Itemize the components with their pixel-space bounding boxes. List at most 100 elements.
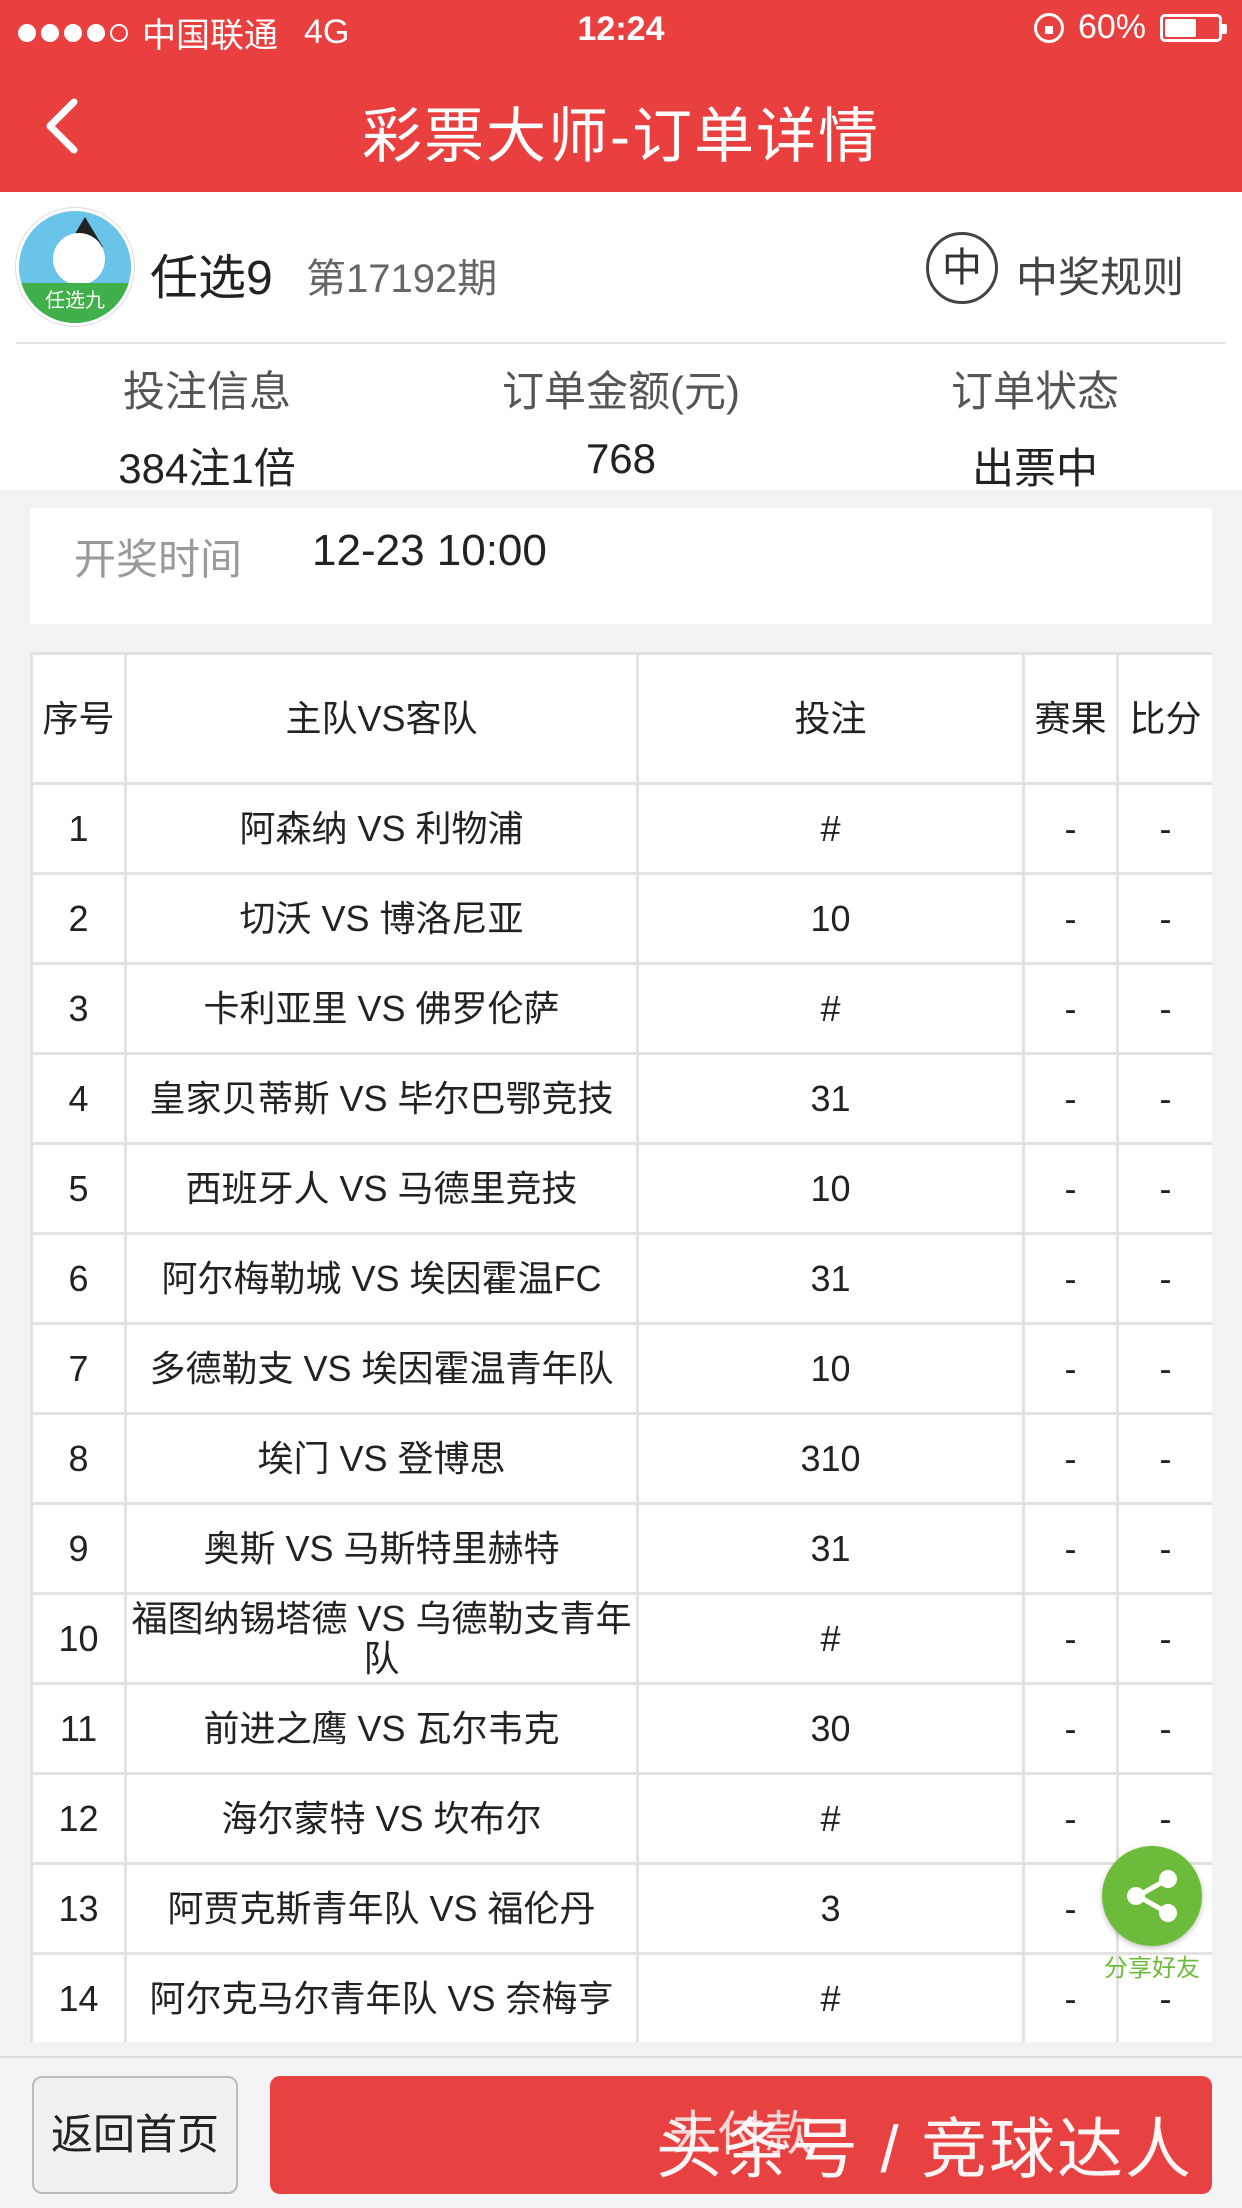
match-index: 11 <box>30 1682 127 1775</box>
prize-rule-icon[interactable]: 中 <box>926 232 998 304</box>
mascot-shape <box>53 233 105 285</box>
match-bet: 31 <box>636 1052 1025 1145</box>
match-index: 9 <box>30 1502 127 1595</box>
status-label: 订单状态 <box>950 368 1119 415</box>
game-name: 任选9 <box>150 252 273 305</box>
table-row: 10 福图纳锡塔德 VS 乌德勒支青年队 # - - <box>30 1592 1212 1685</box>
match-teams: 福图纳锡塔德 VS 乌德勒支青年队 <box>124 1592 639 1685</box>
table-header-row: 序号 主队VS客队 投注 赛果 比分 <box>30 652 1212 785</box>
match-teams: 西班牙人 VS 马德里竞技 <box>124 1142 639 1235</box>
table-row: 2 切沃 VS 博洛尼亚 10- - <box>30 872 1212 965</box>
match-bet: # <box>636 1952 1025 2042</box>
match-index: 14 <box>30 1952 127 2042</box>
match-bet: 3 <box>636 1862 1025 1955</box>
match-score: - <box>1116 872 1212 965</box>
amount-value: 768 <box>585 435 657 482</box>
share-button[interactable]: 分享好友 <box>1100 1846 1204 1983</box>
game-period: 第17192期 <box>306 257 498 301</box>
table-row: 3 卡利亚里 VS 佛罗伦萨 # - - <box>30 962 1212 1055</box>
share-label: 分享好友 <box>1104 1955 1200 1982</box>
match-score: - <box>1116 962 1212 1055</box>
match-score: - <box>1116 1592 1212 1685</box>
match-bet: 30 <box>636 1682 1025 1775</box>
match-score: - <box>1116 1322 1212 1415</box>
rotation-lock-icon <box>1033 12 1064 43</box>
watermark-text: 头条号 / 竞球达人 <box>656 2112 1194 2186</box>
match-bet: # <box>636 782 1025 875</box>
match-teams: 多德勒支 VS 埃因霍温青年队 <box>124 1322 639 1415</box>
match-score: - <box>1116 1682 1212 1775</box>
divider <box>16 342 1226 344</box>
match-teams: 海尔蒙特 VS 坎布尔 <box>124 1772 639 1865</box>
match-result: - <box>1022 1682 1119 1775</box>
header-index: 序号 <box>30 652 127 785</box>
status-value: 出票中 <box>971 445 1098 492</box>
nav-bar: 彩票大师-订单详情 <box>0 60 1242 192</box>
match-teams: 阿尔克马尔青年队 VS 奈梅亨 <box>124 1952 639 2042</box>
status-right: 60% <box>1033 8 1227 47</box>
amount-label: 订单金额(元) <box>502 368 740 415</box>
status-bar: 中国联通 4G 12:24 60% <box>0 0 1242 60</box>
amount-stat: 订单金额(元) 768 <box>414 358 828 483</box>
avatar-band-text: 任选九 <box>19 283 131 323</box>
table-row: 1 阿森纳 VS 利物浦 # - - <box>30 782 1212 875</box>
table-row: 9 奥斯 VS 马斯特里赫特 31- - <box>30 1502 1212 1595</box>
share-icon <box>1127 1870 1177 1922</box>
match-index: 1 <box>30 782 127 875</box>
match-result: - <box>1022 962 1119 1055</box>
page-title: 彩票大师-订单详情 <box>362 103 880 170</box>
match-bet: 10 <box>636 1322 1025 1415</box>
match-table-container[interactable]: 序号 主队VS客队 投注 赛果 比分 1 阿森纳 VS 利物浦 # - -2 切沃 VS … <box>30 652 1212 2042</box>
table-row: 6 阿尔梅勒城 VS 埃因霍温FC 31- - <box>30 1232 1212 1325</box>
match-bet: # <box>636 962 1025 1055</box>
match-index: 7 <box>30 1322 127 1415</box>
table-row: 11 前进之鹰 VS 瓦尔韦克 30- - <box>30 1682 1212 1775</box>
battery-fill <box>1165 18 1197 37</box>
match-teams: 阿尔梅勒城 VS 埃因霍温FC <box>124 1232 639 1325</box>
match-bet: 310 <box>636 1412 1025 1505</box>
prize-rule-link[interactable]: 中奖规则 <box>1016 244 1184 305</box>
table-row: 8 埃门 VS 登博思 310- - <box>30 1412 1212 1505</box>
match-teams: 奥斯 VS 马斯特里赫特 <box>124 1502 639 1595</box>
match-teams: 切沃 VS 博洛尼亚 <box>124 872 639 965</box>
match-index: 4 <box>30 1052 127 1145</box>
match-score: - <box>1116 1412 1212 1505</box>
match-bet: 10 <box>636 872 1025 965</box>
match-teams: 皇家贝蒂斯 VS 毕尔巴鄂竞技 <box>124 1052 639 1145</box>
header-score: 比分 <box>1116 652 1212 785</box>
match-bet: # <box>636 1772 1025 1865</box>
table-row: 7 多德勒支 VS 埃因霍温青年队 10- - <box>30 1322 1212 1415</box>
status-stat: 订单状态 出票中 <box>828 358 1242 496</box>
match-bet: 31 <box>636 1232 1025 1325</box>
table-row: 14 阿尔克马尔青年队 VS 奈梅亨 # - - <box>30 1952 1212 2042</box>
match-result: - <box>1022 1592 1119 1685</box>
header-bet: 投注 <box>636 652 1025 785</box>
match-score: - <box>1116 782 1212 875</box>
header-result: 赛果 <box>1022 652 1119 785</box>
match-index: 2 <box>30 872 127 965</box>
match-bet: 31 <box>636 1502 1025 1595</box>
draw-time-value: 12-23 10:00 <box>312 526 547 575</box>
match-bet: 10 <box>636 1142 1025 1235</box>
match-index: 5 <box>30 1142 127 1235</box>
match-result: - <box>1022 1232 1119 1325</box>
game-avatar: 任选九 <box>16 208 134 326</box>
match-result: - <box>1022 1322 1119 1415</box>
order-summary-card: 任选九 任选9 第17192期 中 中奖规则 投注信息 384注1倍 订单金额(… <box>0 192 1242 492</box>
bet-info-stat: 投注信息 384注1倍 <box>0 358 414 496</box>
match-result: - <box>1022 1142 1119 1235</box>
match-result: - <box>1022 1052 1119 1145</box>
share-circle[interactable] <box>1102 1846 1202 1946</box>
back-home-button[interactable]: 返回首页 <box>32 2076 238 2194</box>
match-teams: 前进之鹰 VS 瓦尔韦克 <box>124 1682 639 1775</box>
match-index: 8 <box>30 1412 127 1505</box>
match-index: 3 <box>30 962 127 1055</box>
match-result: - <box>1022 782 1119 875</box>
match-table: 序号 主队VS客队 投注 赛果 比分 1 阿森纳 VS 利物浦 # - -2 切沃 VS … <box>30 652 1212 2042</box>
match-index: 13 <box>30 1862 127 1955</box>
match-score: - <box>1116 1142 1212 1235</box>
bet-info-label: 投注信息 <box>122 368 291 415</box>
bet-info-value: 384注1倍 <box>118 445 296 492</box>
match-result: - <box>1022 1412 1119 1505</box>
draw-time-card: 开奖时间 12-23 10:00 <box>30 508 1212 624</box>
